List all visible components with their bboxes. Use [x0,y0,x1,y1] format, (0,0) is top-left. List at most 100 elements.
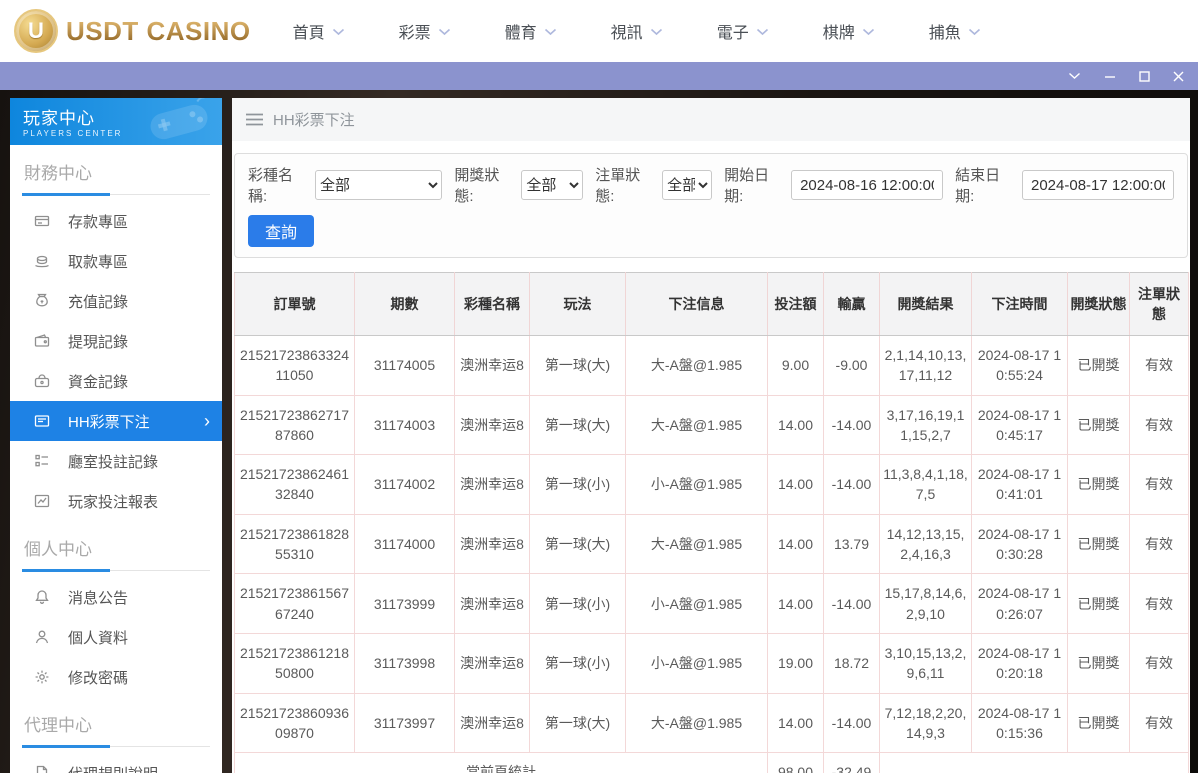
nav-item[interactable]: 體育 [505,19,557,43]
table-cell: 第一球(大) [529,692,626,754]
section-personal-center: 個人中心 [22,535,210,572]
table-cell: -14.00 [823,394,880,456]
table-row: 2152172386156767240 31173999 澳洲幸运8 第一球(小) 小-… [234,573,1189,634]
sidebar-item-withdraw[interactable]: 取款專區 [10,241,222,281]
table-cell: 7,12,18,2,20,14,9,3 [879,692,972,754]
sidebar-item-label: 提現記錄 [68,333,129,351]
sidebar-item-label: 廳室投註記錄 [68,453,159,471]
table-row: 2152172386121850800 31173998 澳洲幸运8 第一球(小) 小-… [234,632,1189,694]
table-header-row: 訂單號 期數 彩種名稱 玩法 下注信息 投注額 輸贏 開獎結果 下注時間 開獎狀態 注單狀態 [234,272,1189,336]
table-cell: 已開獎 [1067,394,1130,456]
table-cell: -14.00 [823,573,880,634]
search-button[interactable]: 查詢 [248,215,315,247]
table-cell: 已開獎 [1067,573,1130,634]
page-title: HH彩票下注 [273,112,355,129]
sidebar-item-profile[interactable]: 個人資料 [10,617,222,657]
table-cell: 已開獎 [1067,454,1130,515]
table-cell: 有效 [1129,394,1189,456]
deposit-icon [34,213,50,229]
table-cell: 小-A盤@1.985 [625,632,768,694]
table-cell: 2024-08-17 10:20:18 [971,632,1068,694]
sidebar-item-recharge-record[interactable]: 充值記錄 [10,281,222,321]
table-cell: 大-A盤@1.985 [625,513,768,575]
nav-item-label: 彩票 [398,25,431,42]
sidebar-item-room-bet-record[interactable]: 廳室投註記錄 [10,441,222,481]
table-cell: 14.00 [767,573,824,634]
sidebar-item-player-report[interactable]: 玩家投注報表 [10,481,222,521]
table-cell: 澳洲幸运8 [454,335,530,396]
chevron-right-icon: › [204,411,210,431]
table-cell: 9.00 [767,335,824,396]
nav-item[interactable]: 電子 [717,19,769,43]
window-titlebar [0,62,1198,90]
table-cell: 31174002 [354,454,455,515]
window-minimize-icon[interactable] [1104,71,1116,81]
window-maximize-icon[interactable] [1139,70,1150,82]
nav-item[interactable]: 彩票 [399,19,451,43]
table-cell: 澳洲幸运8 [454,573,530,634]
window-dropdown-icon[interactable] [1068,72,1081,80]
sidebar-item-label: 消息公告 [68,589,129,607]
table-cell: 大-A盤@1.985 [625,335,768,396]
nav-item[interactable]: 視訊 [611,19,663,43]
sidebar-item-funds-record[interactable]: 資金記錄 [10,361,222,401]
order-status-label: 注單狀態: [595,167,641,205]
window-close-icon[interactable] [1173,71,1184,82]
table-cell: 31174000 [354,513,455,575]
end-date-input[interactable] [1022,170,1174,200]
table-cell: 澳洲幸运8 [454,454,530,515]
top-bar: U USDT CASINO 首頁 彩票 體育 視訊 電子 棋牌 捕魚 [0,0,1198,62]
table-cell: -14.00 [823,692,880,754]
nav-item[interactable]: 棋牌 [823,19,875,43]
filter-panel: 彩種名稱: 全部 開獎狀態: 全部 注單狀態: 全部 開始日期: 結束日期: 查… [234,153,1188,258]
nav-item[interactable]: 捕魚 [929,19,981,43]
column-header: 下注信息 [625,272,768,336]
lottery-name-select[interactable]: 全部 [314,170,443,200]
nav-item-label: 首頁 [292,25,325,42]
brand-logo[interactable]: U USDT CASINO [14,9,251,53]
sidebar-item-label: 取款專區 [68,253,129,271]
table-cell: 2,1,14,10,13,17,11,12 [879,335,972,396]
column-header: 玩法 [529,272,626,336]
order-status-select[interactable]: 全部 [662,170,713,200]
table-cell: 已開獎 [1067,692,1130,754]
sidebar-item-label: 資金記錄 [68,373,129,391]
table-cell: 14.00 [767,454,824,515]
start-date-label: 開始日期: [724,167,770,205]
lottery-name-label: 彩種名稱: [248,167,294,205]
table-cell: 2024-08-17 10:30:28 [971,513,1068,575]
sidebar-item-deposit[interactable]: 存款專區 [10,201,222,241]
start-date-input[interactable] [791,170,944,200]
sidebar-item-agent-rules[interactable]: 代理規則說明 [10,753,222,773]
sidebar-item-withdrawal-record[interactable]: 提現記錄 [10,321,222,361]
table-cell: 有效 [1129,335,1189,396]
chevron-down-icon [756,28,768,36]
table-cell: 2152172386182855310 [234,513,355,575]
sidebar-item-hh-lottery-bets[interactable]: HH彩票下注 › [10,401,222,441]
sidebar: 玩家中心 PLAYERS CENTER 財務中心 存款專區 取款專區 充值記錄 … [10,98,222,773]
column-header: 訂單號 [234,272,355,336]
table-cell: 2024-08-17 10:41:01 [971,454,1068,515]
players-center-header: 玩家中心 PLAYERS CENTER [10,98,222,145]
withdrawal-record-icon [34,333,50,349]
table-cell: 有效 [1129,573,1189,634]
table-cell: 14.00 [767,692,824,754]
column-header: 輸贏 [823,272,880,336]
table-cell [879,752,1189,773]
table-cell: 已開獎 [1067,335,1130,396]
nav-item[interactable]: 首頁 [293,19,345,43]
table-cell: 小-A盤@1.985 [625,454,768,515]
hamburger-menu-icon[interactable] [246,113,263,126]
nav-item-label: 捕魚 [928,25,961,42]
draw-status-select[interactable]: 全部 [521,170,584,200]
recharge-record-icon [34,293,50,309]
table-cell: 澳洲幸运8 [454,394,530,456]
sidebar-item-notices[interactable]: 消息公告 [10,577,222,617]
sidebar-item-change-password[interactable]: 修改密碼 [10,657,222,697]
end-date-label: 結束日期: [955,167,1001,205]
usdt-coin-icon: U [14,9,58,53]
table-row: 2152172386271787860 31174003 澳洲幸运8 第一球(大) 大-… [234,394,1189,456]
chevron-down-icon [862,28,874,36]
nav-item-label: 視訊 [610,25,643,42]
main-nav: 首頁 彩票 體育 視訊 電子 棋牌 捕魚 [293,19,981,43]
